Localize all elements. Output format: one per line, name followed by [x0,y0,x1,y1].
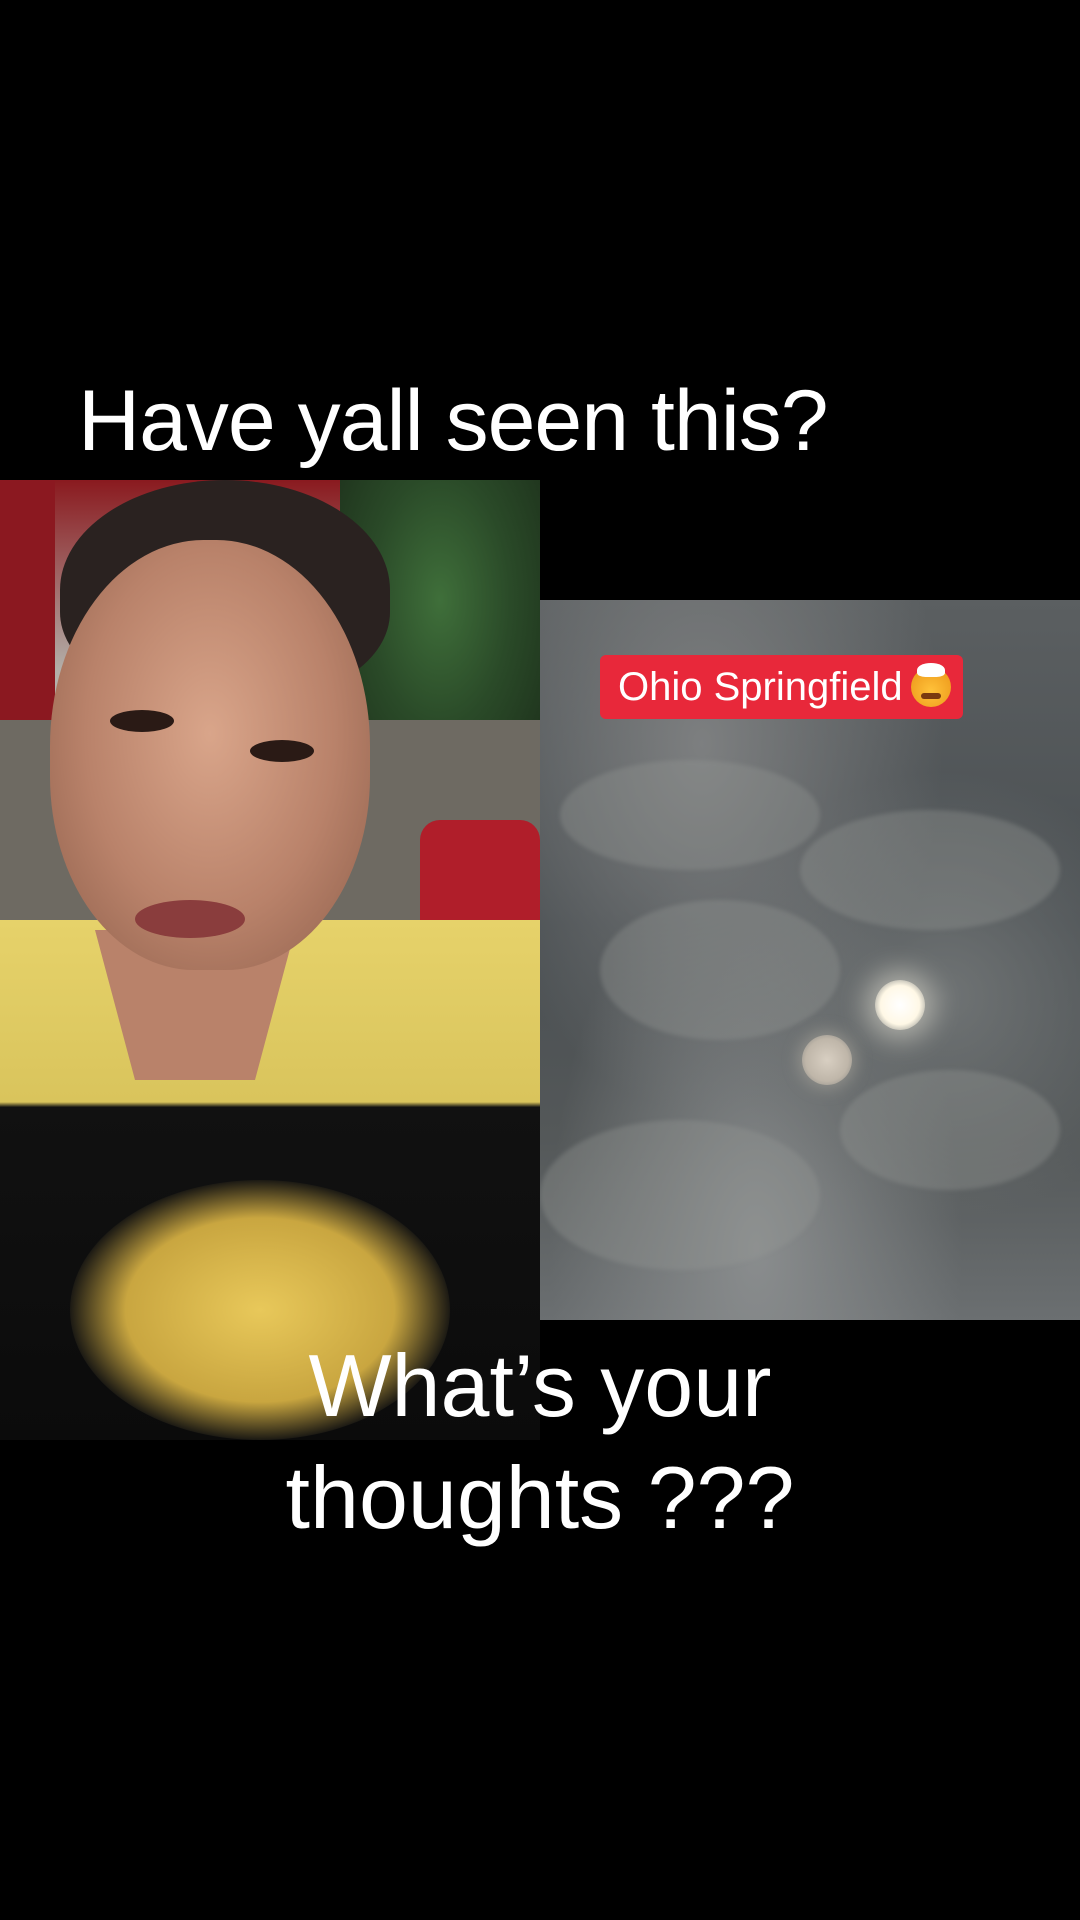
cloud [800,810,1060,930]
sky-video-panel: Ohio Springfield [540,600,1080,1320]
bottom-caption-line-1: What’s your [308,1336,772,1435]
location-tag-label: Ohio Springfield [618,665,903,709]
cloud [540,1120,820,1270]
red-wall [0,480,55,760]
cloud [560,760,820,870]
lips [135,900,245,938]
cloud [840,1070,1060,1190]
top-caption: Have yall seen this? [78,373,829,469]
bright-moon [875,980,925,1030]
exploding-head-icon [910,663,951,707]
selfie-video-panel [0,480,540,1440]
dim-moon [802,1035,852,1085]
bottom-caption: What’s your thoughts ??? [0,1330,1080,1554]
right-eye [250,740,314,762]
left-eye [110,710,174,732]
bottom-caption-line-2: thoughts ??? [285,1448,795,1547]
location-tag: Ohio Springfield [600,655,963,719]
cloud [600,900,840,1040]
